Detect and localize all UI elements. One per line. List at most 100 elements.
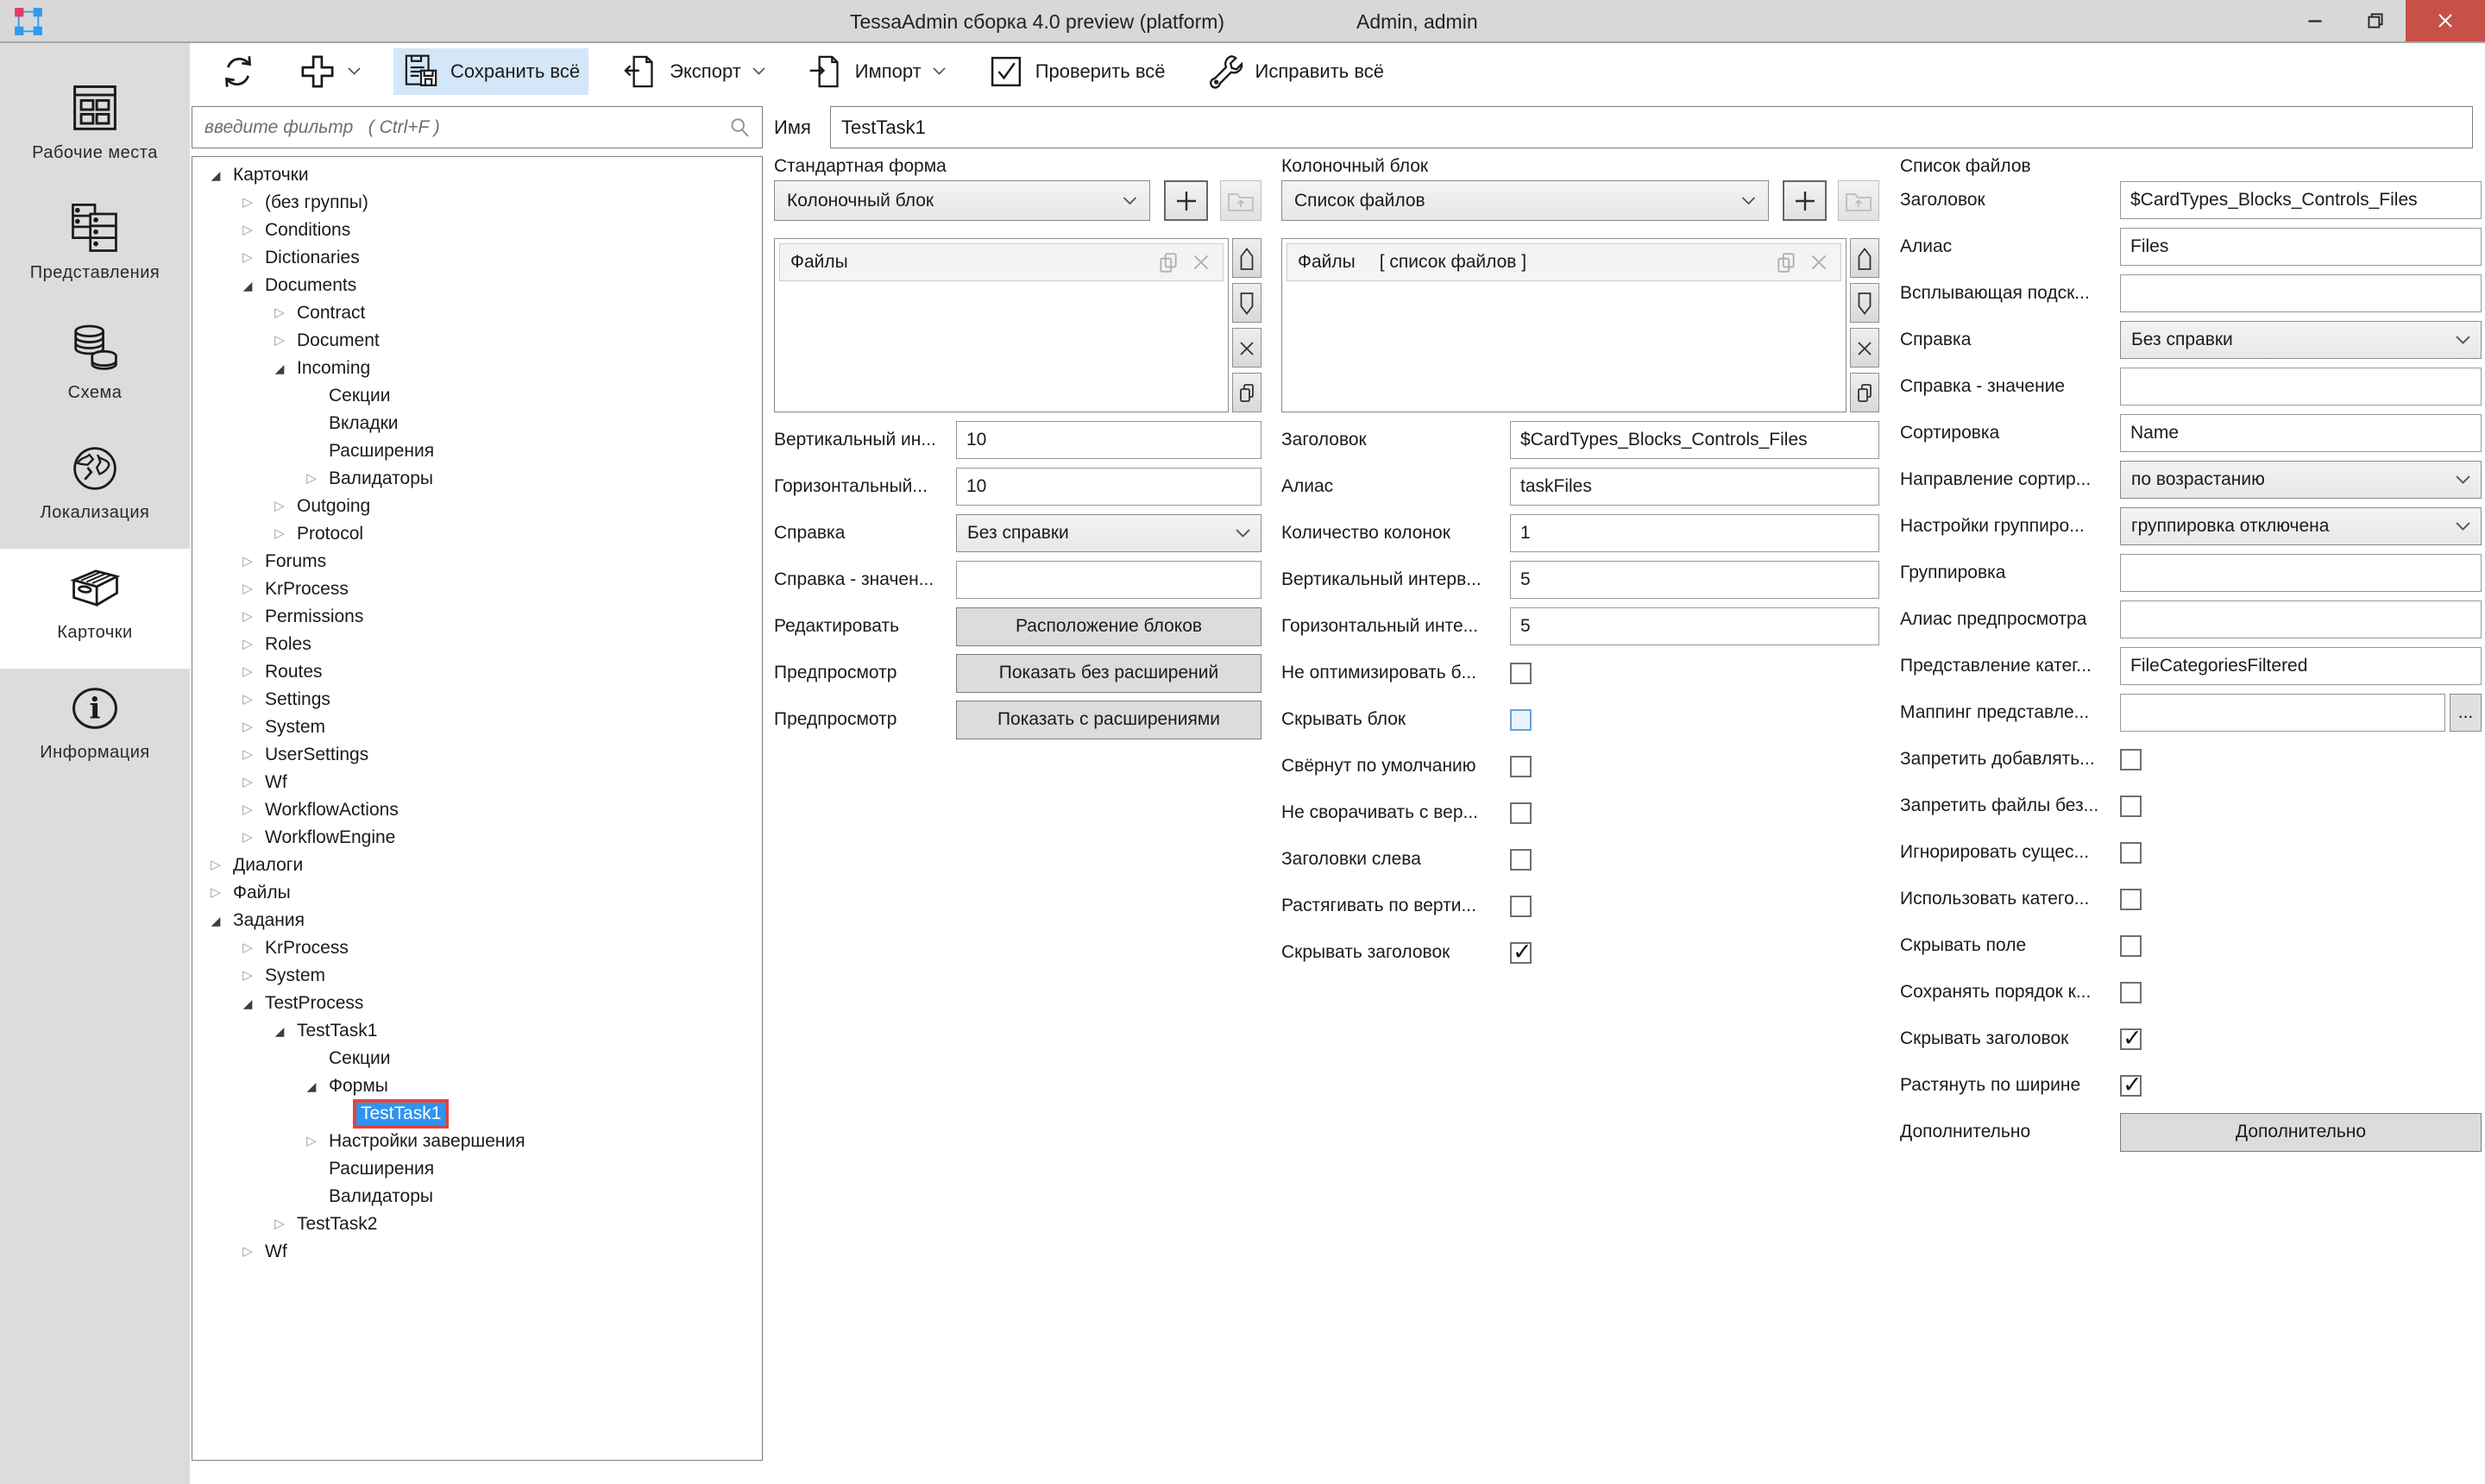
tree-item[interactable]: ▷System [192,714,762,741]
expanded-arrow-icon[interactable]: ◢ [235,272,261,299]
field-checkbox[interactable] [1510,896,1532,917]
field-checkbox[interactable] [2120,795,2142,817]
control-item[interactable]: Файлы [ список файлов ] [1287,243,1841,281]
tree-item[interactable]: ▷Настройки завершения [192,1128,762,1155]
collapsed-arrow-icon[interactable]: ▷ [267,493,293,520]
tree-item-selected[interactable]: TestTask1 [192,1100,762,1128]
expanded-arrow-icon[interactable]: ◢ [267,355,293,382]
tree-item[interactable]: Валидаторы [192,1183,762,1210]
field-select[interactable]: группировка отключена [2120,507,2482,545]
collapsed-arrow-icon[interactable]: ▷ [203,879,229,907]
tree-item[interactable]: ◢Карточки [192,161,762,189]
sidebar-item-info[interactable]: iИнформация [0,669,190,789]
sidebar-item-workplaces[interactable]: Рабочие места [0,69,190,189]
tree-item[interactable]: Секции [192,1045,762,1072]
name-input[interactable] [830,106,2473,148]
collapsed-arrow-icon[interactable]: ▷ [235,769,261,796]
tree-item[interactable]: ▷Outgoing [192,493,762,520]
tree-item[interactable]: ▷Диалоги [192,852,762,879]
fix-all-button[interactable]: Исправить всё [1198,48,1393,95]
field-input[interactable] [1510,607,1879,645]
collapsed-arrow-icon[interactable]: ▷ [299,1128,324,1155]
add-block-button[interactable] [1164,180,1208,221]
field-input[interactable] [1510,561,1879,599]
field-checkbox[interactable] [1510,849,1532,871]
minimize-button[interactable] [2285,0,2345,41]
sidebar-item-schema[interactable]: Схема [0,309,190,429]
field-button[interactable]: Показать с расширениями [956,701,1261,739]
tree-item[interactable]: ▷WorkflowActions [192,796,762,824]
import-button[interactable]: Импорт [798,48,954,95]
collapsed-arrow-icon[interactable]: ▷ [235,189,261,217]
field-checkbox[interactable] [2120,889,2142,910]
field-input[interactable] [2120,274,2482,312]
tree-item[interactable]: ▷Roles [192,631,762,658]
tree-item[interactable]: ▷Permissions [192,603,762,631]
tree-item[interactable]: ▷Settings [192,686,762,714]
expanded-arrow-icon[interactable]: ◢ [203,907,229,934]
field-checkbox[interactable] [2120,1075,2142,1097]
field-select[interactable]: по возрастанию [2120,461,2482,499]
tree-item[interactable]: ▷Wf [192,769,762,796]
field-input[interactable] [2120,647,2482,685]
tree-item[interactable]: Секции [192,382,762,410]
field-checkbox[interactable] [2120,842,2142,864]
move-down-button[interactable] [1232,283,1261,323]
field-input[interactable] [2120,601,2482,638]
field-input[interactable] [956,561,1261,599]
field-input[interactable] [1510,468,1879,506]
copy-button[interactable] [1850,373,1879,412]
tree-item[interactable]: ▷KrProcess [192,575,762,603]
tree-item[interactable]: ◢Documents [192,272,762,299]
collapsed-arrow-icon[interactable]: ▷ [235,548,261,575]
expanded-arrow-icon[interactable]: ◢ [299,1072,324,1100]
collapsed-arrow-icon[interactable]: ▷ [267,1210,293,1238]
tree-item[interactable]: ◢Задания [192,907,762,934]
copy-button[interactable] [1232,373,1261,412]
field-input[interactable] [2120,181,2482,219]
collapsed-arrow-icon[interactable]: ▷ [235,824,261,852]
expanded-arrow-icon[interactable]: ◢ [203,161,229,189]
field-checkbox[interactable] [2120,982,2142,1003]
collapsed-arrow-icon[interactable]: ▷ [235,934,261,962]
collapsed-arrow-icon[interactable]: ▷ [235,686,261,714]
tree-item[interactable]: Расширения [192,1155,762,1183]
block-type-select[interactable]: Колоночный блок [774,180,1150,221]
sidebar-item-views[interactable]: Представления [0,189,190,309]
collapsed-arrow-icon[interactable]: ▷ [203,852,229,879]
tree-item[interactable]: ▷TestTask2 [192,1210,762,1238]
field-input[interactable] [956,468,1261,506]
move-down-button[interactable] [1850,283,1879,323]
field-input[interactable] [2120,368,2482,406]
tree-item[interactable]: ▷Dictionaries [192,244,762,272]
tree-item[interactable]: ▷Protocol [192,520,762,548]
expanded-arrow-icon[interactable]: ◢ [267,1017,293,1045]
tree-item[interactable]: ▷WorkflowEngine [192,824,762,852]
sidebar-item-localization[interactable]: Локализация [0,429,190,549]
move-up-button[interactable] [1232,238,1261,278]
field-checkbox[interactable] [1510,709,1532,731]
field-input[interactable] [1510,421,1879,459]
block-item[interactable]: Файлы [779,243,1224,281]
field-input[interactable] [956,421,1261,459]
collapsed-arrow-icon[interactable]: ▷ [299,465,324,493]
tree-item[interactable]: ▷UserSettings [192,741,762,769]
export-button[interactable]: Экспорт [613,48,774,95]
collapsed-arrow-icon[interactable]: ▷ [235,575,261,603]
add-control-button[interactable] [1783,180,1827,221]
sidebar-item-cards[interactable]: Карточки [0,549,190,669]
collapsed-arrow-icon[interactable]: ▷ [235,603,261,631]
tree-item[interactable]: ▷System [192,962,762,990]
refresh-button[interactable] [211,48,266,95]
tree-item[interactable]: Расширения [192,437,762,465]
save-all-button[interactable]: Сохранить всё [393,48,588,95]
check-all-button[interactable]: Проверить всё [978,48,1174,95]
paste-block-button[interactable] [1220,180,1261,221]
collapsed-arrow-icon[interactable]: ▷ [267,327,293,355]
tree-item[interactable]: ▷Валидаторы [192,465,762,493]
collapsed-arrow-icon[interactable]: ▷ [235,631,261,658]
tree-item[interactable]: ▷Document [192,327,762,355]
field-checkbox[interactable] [1510,663,1532,684]
tree-item[interactable]: ▷(без группы) [192,189,762,217]
field-select[interactable]: Без справки [956,514,1261,552]
